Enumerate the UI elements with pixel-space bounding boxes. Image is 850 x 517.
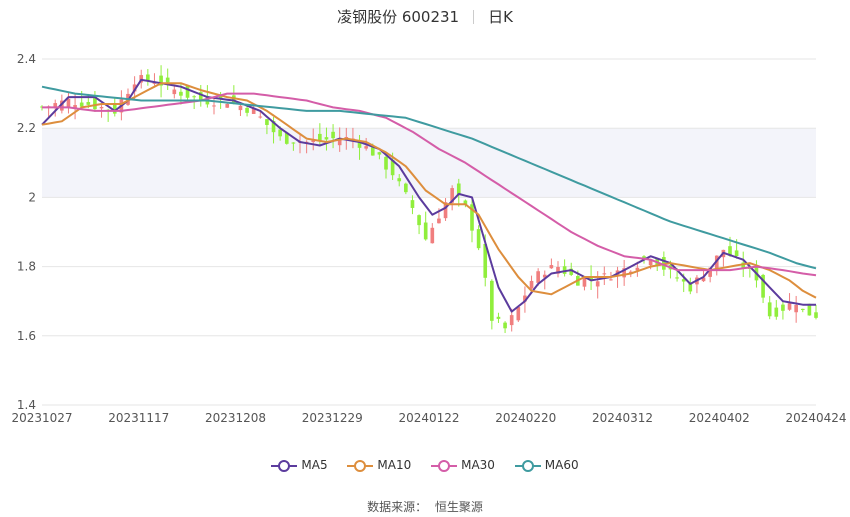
candle-body [245, 107, 249, 113]
source-value: 恒生聚源 [434, 500, 483, 514]
candle-body [609, 279, 613, 281]
candle-body [549, 265, 554, 269]
legend-circle-ma60 [521, 459, 534, 472]
y-tick-label: 2 [28, 190, 36, 204]
y-tick-label: 2.4 [17, 52, 36, 66]
legend-item-ma60[interactable]: MA60 [514, 458, 579, 473]
x-tick-label: 20231117 [108, 411, 169, 425]
y-tick-label: 1.6 [17, 329, 36, 343]
candle-body [430, 227, 435, 244]
x-tick-label: 20240220 [495, 411, 556, 425]
candle-body [225, 103, 230, 108]
x-tick-label: 20231208 [205, 411, 266, 425]
candle-body [165, 77, 170, 83]
candle-body [767, 302, 772, 317]
x-tick-label: 20240122 [398, 411, 459, 425]
x-tick-label: 20231229 [302, 411, 363, 425]
y-tick-label: 1.8 [17, 260, 36, 274]
candle-body [192, 96, 196, 98]
candle-body [172, 89, 177, 95]
legend-marker-ma30 [431, 459, 458, 472]
candle-body [179, 91, 183, 96]
candle-body [278, 129, 282, 137]
y-tick-label: 1.4 [17, 398, 36, 412]
y-tick-label: 2.2 [17, 121, 36, 135]
candle-body [331, 131, 335, 139]
candle-body [509, 315, 514, 326]
candle-body [324, 137, 329, 140]
candle-body [410, 200, 415, 208]
candle-body [787, 303, 792, 310]
candle-body [503, 322, 507, 329]
candle-body [423, 222, 428, 240]
candle-body [800, 308, 805, 310]
candle-body [79, 102, 84, 107]
candle-body [774, 307, 779, 317]
candle-body [437, 218, 441, 224]
candlestick-chart: 1.4 1.6 1.8 2 2.2 2.4 20231027 20231117 20231208… [11, 52, 846, 425]
candle-body [582, 278, 587, 287]
legend-label-ma60: MA60 [544, 458, 579, 473]
candle-body [86, 102, 91, 105]
x-tick-label: 20240402 [689, 411, 750, 425]
legend-item-ma10[interactable]: MA10 [347, 458, 411, 473]
source-label: 数据来源： [367, 500, 428, 514]
x-tick-label: 20240424 [785, 411, 846, 425]
candle-body [734, 250, 739, 256]
legend-label-ma10: MA10 [377, 458, 412, 473]
candle-body [476, 229, 481, 249]
legend-circle-ma10 [354, 459, 367, 472]
legend-marker-ma10 [347, 459, 374, 472]
candle-body [794, 305, 798, 313]
candle-body [291, 142, 296, 144]
candle-body [417, 215, 421, 226]
x-tick-label: 20231027 [11, 411, 72, 425]
candle-body [185, 85, 190, 98]
candle-body [496, 316, 501, 319]
candle-body [238, 105, 243, 111]
candle-body [595, 281, 600, 287]
candle-body [370, 147, 375, 156]
candle-body [377, 152, 382, 155]
data-source: 数据来源： 恒生聚源 [0, 498, 850, 515]
candle-body [265, 119, 269, 125]
candle-body [814, 312, 818, 318]
candle-body [212, 105, 216, 107]
legend-circle-ma30 [438, 459, 451, 472]
candle-body [516, 306, 521, 321]
candle-body [384, 156, 388, 170]
chart-legend: MA5 MA10 MA30 MA60 [0, 458, 850, 473]
legend-marker-ma5 [271, 459, 298, 472]
candle-body [529, 280, 534, 289]
candle-body [490, 280, 494, 321]
candle-body [397, 178, 402, 182]
legend-item-ma30[interactable]: MA30 [431, 458, 495, 473]
legend-circle-ma5 [278, 459, 291, 472]
candle-body [66, 98, 71, 108]
legend-label-ma30: MA30 [461, 458, 495, 473]
candle-body [258, 116, 263, 118]
legend-label-ma5: MA5 [301, 458, 328, 473]
candle-body [99, 106, 104, 109]
candle-body [146, 74, 150, 81]
candle-body [602, 273, 607, 275]
legend-item-ma5[interactable]: MA5 [271, 458, 328, 473]
legend-marker-ma60 [514, 459, 541, 472]
candle-body [675, 277, 679, 279]
candle-body [536, 271, 540, 283]
candle-body [364, 146, 368, 149]
plot-band [42, 128, 816, 198]
candle-body [404, 183, 408, 193]
x-tick-label: 20240312 [592, 411, 653, 425]
candle-body [781, 304, 785, 311]
